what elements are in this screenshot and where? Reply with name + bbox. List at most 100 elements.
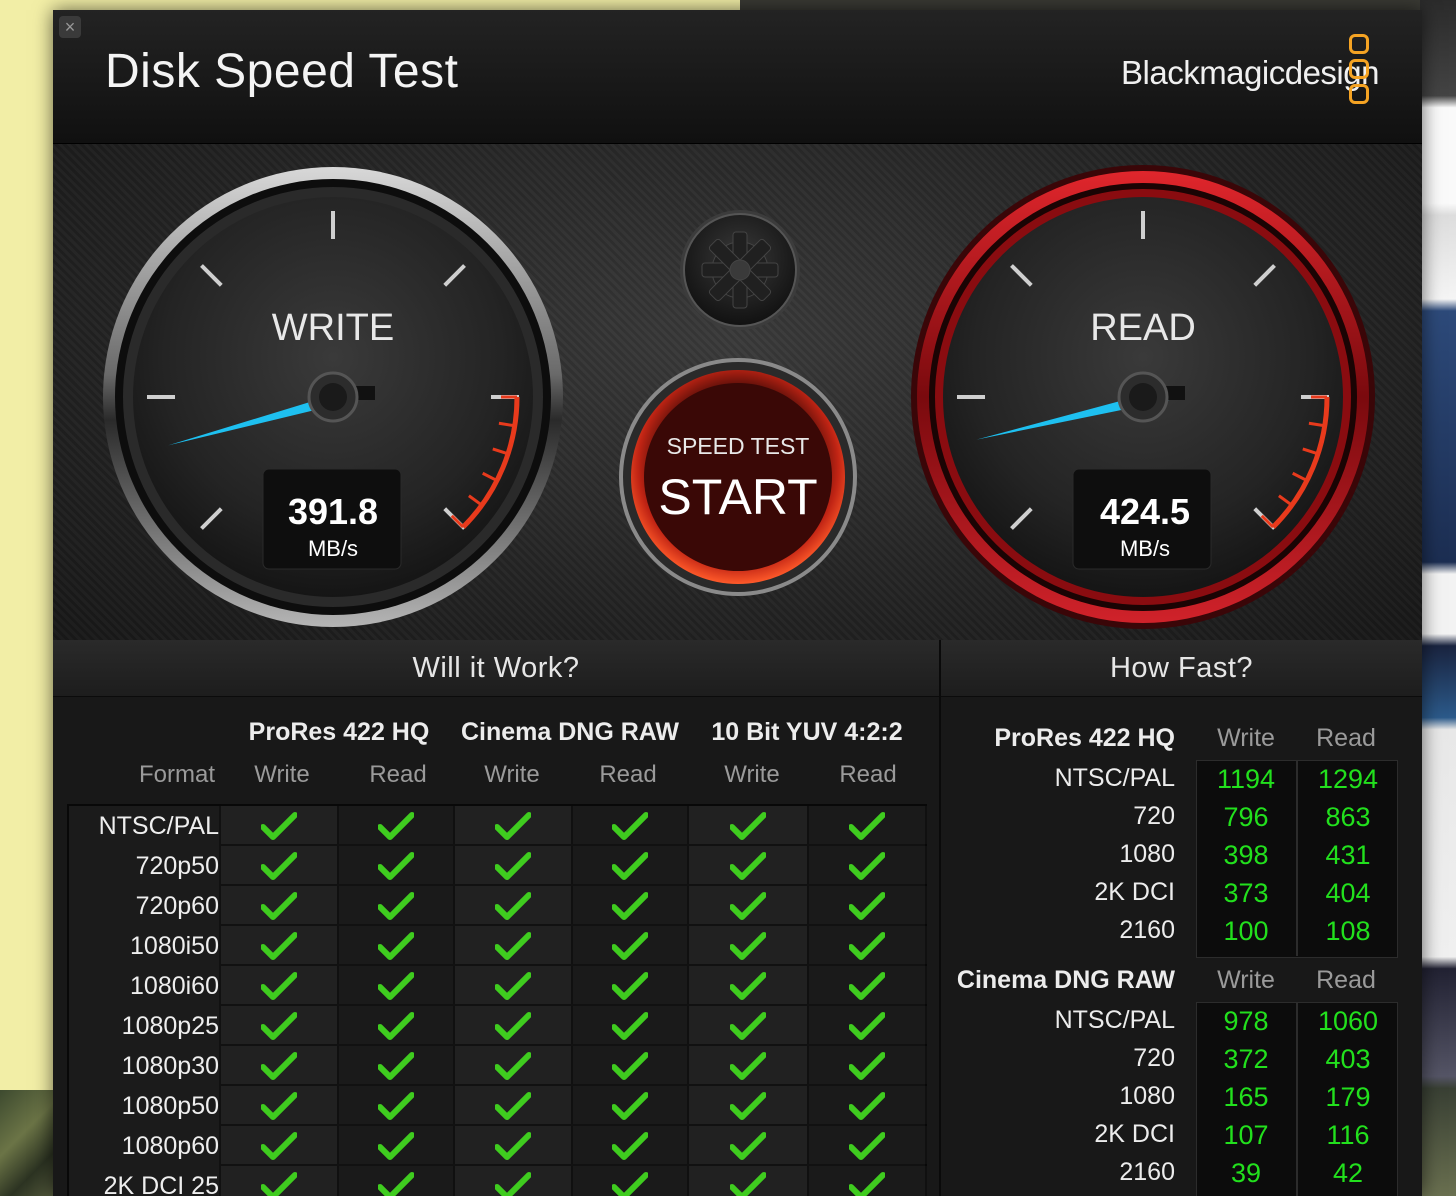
ww-row: 1080p25 — [69, 1006, 927, 1046]
checkmark-icon — [848, 1132, 886, 1165]
checkmark-icon — [494, 1052, 532, 1085]
ww-format-label: 1080p60 — [69, 1126, 219, 1166]
ww-row: 2K DCI 25 — [69, 1166, 927, 1196]
ww-cell — [689, 846, 809, 884]
ww-cell — [221, 886, 339, 924]
checkmark-icon — [611, 932, 649, 965]
hf-write-value: 372 — [1223, 1044, 1269, 1074]
ww-cell — [573, 806, 689, 844]
gear-icon — [701, 231, 779, 309]
checkmark-icon — [729, 1092, 767, 1125]
hf-write-value: 100 — [1223, 916, 1269, 946]
checkmark-icon — [494, 1012, 532, 1045]
ww-cell — [809, 1086, 927, 1124]
desktop-photo-thumbnail — [0, 1090, 60, 1196]
checkmark-icon — [260, 1132, 298, 1165]
checkmark-icon — [611, 1132, 649, 1165]
hf-write-value: 107 — [1223, 1120, 1269, 1150]
hf-write-value: 1194 — [1216, 764, 1276, 794]
checkmark-icon — [377, 1172, 415, 1196]
ww-cell — [689, 1006, 809, 1044]
ww-cell — [221, 1006, 339, 1044]
checkmark-icon — [729, 932, 767, 965]
ww-cell — [689, 1046, 809, 1084]
ww-cell — [455, 1086, 573, 1124]
hf-format-label: NTSC/PAL — [1054, 1006, 1175, 1034]
ww-cell — [809, 1006, 927, 1044]
checkmark-icon — [848, 932, 886, 965]
will-it-work-heading: Will it Work? — [53, 640, 939, 697]
hf-write-value: 978 — [1223, 1006, 1269, 1036]
ww-col-header: Write — [254, 761, 310, 788]
checkmark-icon — [260, 1052, 298, 1085]
hf-read-value: 1060 — [1317, 1006, 1379, 1036]
ww-row: NTSC/PAL — [69, 806, 927, 846]
settings-button[interactable] — [680, 210, 800, 330]
ww-col-header: Read — [369, 761, 427, 788]
ww-format-label: 1080p50 — [69, 1086, 219, 1126]
read-gauge: READ 424.5 MB/s — [911, 165, 1375, 629]
title-bar: × Disk Speed Test Blackmagicdesign — [53, 10, 1422, 144]
ww-cell — [455, 846, 573, 884]
hf-write-header: Write — [1217, 966, 1275, 994]
hf-write-header: Write — [1217, 724, 1275, 752]
hf-format-label: 2K DCI — [1094, 878, 1175, 906]
ww-cell — [339, 886, 455, 924]
desktop-right-windows — [1420, 0, 1456, 1196]
ww-row: 720p50 — [69, 846, 927, 886]
ww-cell — [573, 1166, 689, 1196]
ww-cell — [221, 1166, 339, 1196]
checkmark-icon — [729, 852, 767, 885]
ww-cell — [809, 806, 927, 844]
checkmark-icon — [494, 932, 532, 965]
write-speed-value: 391.8 — [288, 491, 378, 532]
ww-cell — [221, 1086, 339, 1124]
checkmark-icon — [729, 812, 767, 845]
ww-col-header: Write — [484, 761, 540, 788]
checkmark-icon — [377, 852, 415, 885]
checkmark-icon — [260, 852, 298, 885]
ww-row: 1080i50 — [69, 926, 927, 966]
ww-cell — [573, 1046, 689, 1084]
ww-cell — [689, 1126, 809, 1164]
ww-cell — [809, 1046, 927, 1084]
ww-cell — [455, 1126, 573, 1164]
read-speed-unit: MB/s — [1120, 536, 1170, 561]
ww-format-header: Format — [138, 761, 215, 788]
checkmark-icon — [848, 1172, 886, 1196]
hf-read-header: Read — [1316, 966, 1376, 994]
hf-write-value: 373 — [1223, 878, 1269, 908]
ww-cell — [809, 926, 927, 964]
checkmark-icon — [729, 1052, 767, 1085]
ww-cell — [809, 1126, 927, 1164]
ww-cell — [221, 846, 339, 884]
ww-cell — [809, 846, 927, 884]
checkmark-icon — [848, 1092, 886, 1125]
start-button-label: START — [658, 469, 817, 525]
checkmark-icon — [494, 1092, 532, 1125]
hf-write-value: 398 — [1223, 840, 1269, 870]
checkmark-icon — [494, 812, 532, 845]
ww-format-label: 1080p30 — [69, 1046, 219, 1086]
hf-format-label: 1080 — [1119, 840, 1175, 868]
ww-cell — [339, 926, 455, 964]
brand-name: Blackmagicdesign — [1121, 54, 1379, 91]
ww-row: 1080p60 — [69, 1126, 927, 1166]
results-panel: Will it Work? How Fast? ProRes 422 HQ Ci… — [53, 640, 1422, 1196]
blackmagic-logo-icon — [1349, 34, 1369, 109]
hf-write-value: 39 — [1230, 1158, 1262, 1188]
hf-read-value: 116 — [1326, 1120, 1370, 1150]
close-button[interactable]: × — [59, 16, 81, 38]
ww-cell — [573, 846, 689, 884]
ww-cell — [689, 806, 809, 844]
start-button[interactable]: SPEED TEST START — [619, 358, 857, 596]
ww-col-header: Read — [599, 761, 657, 788]
ww-cell — [455, 1006, 573, 1044]
ww-cell — [689, 886, 809, 924]
checkmark-icon — [729, 1172, 767, 1196]
ww-cell — [689, 1166, 809, 1196]
will-it-work-table: NTSC/PAL 720p50 720p60 1080i50 1080i60 1080p2… — [67, 804, 927, 1196]
ww-col-header: Write — [724, 761, 780, 788]
ww-format-label: 720p50 — [69, 846, 219, 886]
ww-cell — [455, 926, 573, 964]
